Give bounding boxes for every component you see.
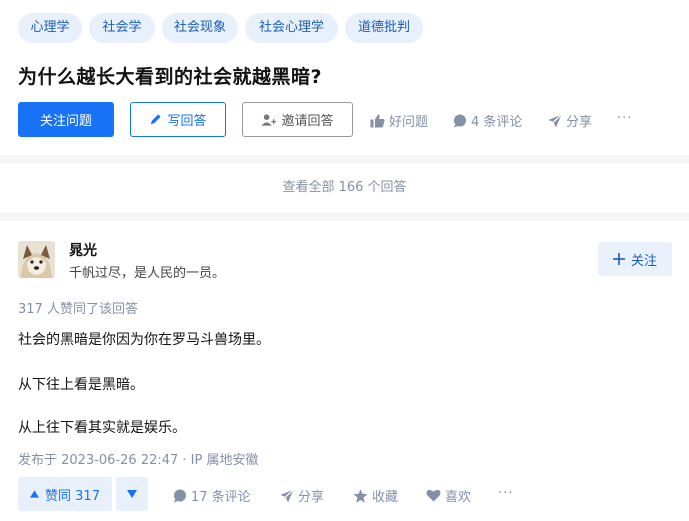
view-all-answers-link[interactable]: 查看全部 166 个回答 bbox=[0, 163, 689, 213]
follow-question-label: 关注问题 bbox=[39, 114, 92, 129]
answer-paragraph: 从上往下看其实就是娱乐。 bbox=[18, 420, 186, 436]
avatar[interactable] bbox=[18, 241, 55, 278]
author-name[interactable]: 晁光 bbox=[69, 240, 97, 260]
like-button[interactable]: 喜欢 bbox=[426, 486, 471, 505]
share-icon bbox=[280, 488, 294, 503]
write-answer-button[interactable]: 写回答 bbox=[130, 102, 226, 137]
collect-button[interactable]: 收藏 bbox=[353, 486, 398, 505]
invite-answer-button[interactable]: 邀请回答 bbox=[242, 102, 353, 137]
answer-comments-label: 17 条评论 bbox=[191, 490, 251, 505]
publish-info[interactable]: 发布于 2023-06-26 22:47 · IP 属地安徽 bbox=[18, 449, 258, 468]
collect-label: 收藏 bbox=[372, 490, 399, 505]
answer-comments-button[interactable]: 17 条评论 bbox=[173, 486, 251, 505]
good-question-button[interactable]: 好问题 bbox=[370, 111, 428, 130]
answer-paragraph: 社会的黑暗是你因为你在罗马斗兽场里。 bbox=[18, 332, 270, 348]
author-bio: 千帆过尽，是人民的一员。 bbox=[69, 266, 226, 281]
view-all-answers-bar: 查看全部 166 个回答 bbox=[0, 163, 689, 213]
comments-button[interactable]: 4 条评论 bbox=[453, 111, 522, 130]
topic-tag[interactable]: 社会现象 bbox=[162, 13, 238, 43]
add-user-icon bbox=[261, 113, 277, 127]
topic-tag[interactable]: 社会学 bbox=[89, 13, 155, 43]
topic-tag[interactable]: 社会心理学 bbox=[245, 13, 338, 43]
answer-share-button[interactable]: 分享 bbox=[280, 486, 324, 505]
more-options-button[interactable]: ··· bbox=[617, 111, 632, 126]
comment-icon bbox=[173, 489, 187, 503]
question-header: 心理学 社会学 社会现象 社会心理学 道德批判 为什么越长大看到的社会就越黑暗?… bbox=[0, 0, 689, 155]
follow-author-label: 关注 bbox=[630, 253, 657, 269]
star-icon bbox=[353, 488, 368, 503]
share-label: 分享 bbox=[566, 115, 593, 130]
follow-question-button[interactable]: 关注问题 bbox=[18, 102, 114, 137]
heart-icon bbox=[426, 489, 441, 502]
invite-answer-label: 邀请回答 bbox=[281, 114, 334, 129]
upvote-summary[interactable]: 317 人赞同了该回答 bbox=[18, 298, 138, 317]
topic-tag[interactable]: 心理学 bbox=[18, 13, 82, 43]
triangle-down-icon bbox=[127, 490, 137, 498]
answer-card: 晁光 千帆过尽，是人民的一员。 关注 317 人赞同了该回答 社会的黑暗是你因为… bbox=[0, 221, 689, 521]
answer-more-options-button[interactable]: ··· bbox=[498, 486, 513, 501]
like-label: 喜欢 bbox=[445, 490, 472, 505]
question-title[interactable]: 为什么越长大看到的社会就越黑暗? bbox=[18, 62, 322, 89]
upvote-label: 赞同 317 bbox=[45, 488, 100, 504]
answer-share-label: 分享 bbox=[298, 490, 325, 505]
thumbs-up-icon bbox=[370, 114, 385, 128]
upvote-button[interactable]: 赞同 317 bbox=[18, 477, 112, 511]
downvote-button[interactable] bbox=[116, 477, 148, 511]
share-icon bbox=[548, 113, 562, 128]
triangle-up-icon bbox=[30, 490, 40, 498]
answer-paragraph: 从下往上看是黑暗。 bbox=[18, 377, 144, 393]
comments-label: 4 条评论 bbox=[471, 115, 523, 130]
topic-tag[interactable]: 道德批判 bbox=[345, 13, 423, 43]
write-answer-label: 写回答 bbox=[167, 114, 207, 129]
comment-icon bbox=[453, 114, 467, 128]
share-button[interactable]: 分享 bbox=[548, 111, 592, 130]
follow-author-button[interactable]: 关注 bbox=[598, 242, 672, 276]
plus-icon bbox=[612, 253, 625, 265]
good-question-label: 好问题 bbox=[389, 115, 429, 130]
pencil-icon bbox=[149, 113, 162, 126]
